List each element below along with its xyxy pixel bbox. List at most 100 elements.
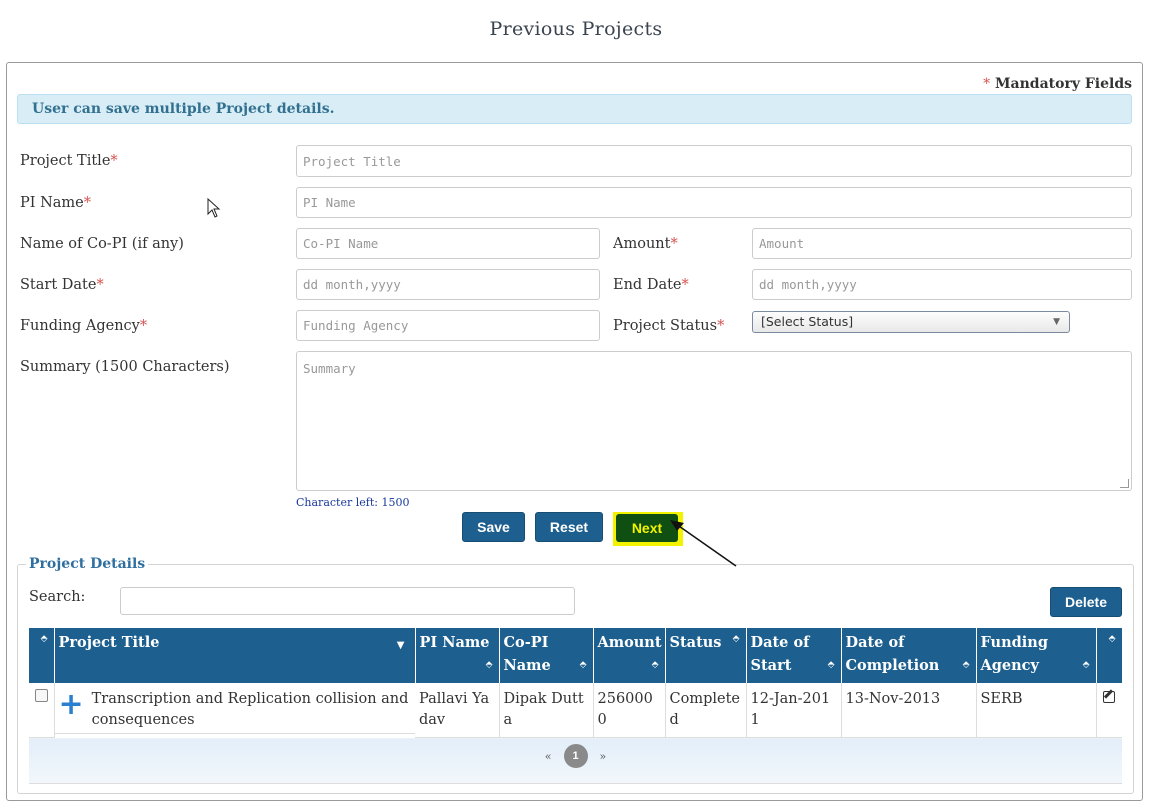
required-marker: * bbox=[139, 318, 148, 334]
required-marker: * bbox=[110, 153, 118, 169]
pagination-page-current[interactable]: 1 bbox=[563, 744, 588, 768]
sort-icon: ⬘ bbox=[651, 660, 659, 670]
pi-name-label-text: PI Name bbox=[20, 195, 84, 211]
required-marker: * bbox=[717, 318, 725, 334]
project-status-label-text: Project Status bbox=[613, 318, 718, 334]
project-title-placeholder: Project Title bbox=[303, 153, 401, 169]
column-header-amount[interactable]: Amount ⬘ bbox=[593, 628, 666, 683]
sort-icon: ⬘ bbox=[827, 660, 835, 670]
sort-icon: ⬘ bbox=[732, 634, 740, 644]
funding-agency-label: Funding Agency* bbox=[20, 318, 147, 334]
project-form-panel: * Mandatory Fields User can save multipl… bbox=[6, 62, 1143, 801]
start-date-label-text: Start Date bbox=[20, 277, 97, 293]
project-status-label: Project Status* bbox=[613, 318, 724, 334]
column-header-date-of-start[interactable]: Date of Start ⬘ bbox=[746, 628, 842, 683]
pi-name-placeholder: PI Name bbox=[303, 195, 356, 210]
sort-icon: ⬘ bbox=[1082, 660, 1090, 670]
required-marker: * bbox=[83, 195, 92, 211]
start-date-input[interactable]: dd month,yyyy bbox=[296, 269, 600, 300]
column-header-project-title[interactable]: Project Title ▼ bbox=[54, 628, 416, 683]
save-button[interactable]: Save bbox=[462, 512, 525, 542]
cell-funding-agency: SERB bbox=[976, 683, 1097, 738]
sort-icon: ⬘ bbox=[485, 660, 493, 670]
pi-name-label: PI Name* bbox=[20, 195, 91, 211]
pagination-next[interactable]: » bbox=[600, 746, 607, 767]
start-date-label: Start Date* bbox=[20, 277, 104, 293]
amount-input[interactable]: Amount bbox=[752, 228, 1132, 259]
column-header-funding-agency[interactable]: Funding Agency ⬘ bbox=[976, 628, 1097, 683]
search-label: Search: bbox=[29, 589, 86, 605]
start-date-placeholder: dd month,yyyy bbox=[303, 277, 401, 292]
co-pi-placeholder: Co-PI Name bbox=[303, 236, 379, 251]
column-header-label: Status bbox=[669, 634, 722, 651]
end-date-input[interactable]: dd month,yyyy bbox=[752, 269, 1132, 300]
column-header-co-pi-name[interactable]: Co-PI Name ⬘ bbox=[499, 628, 594, 683]
cell-date-of-start: 12-Jan-2011 bbox=[746, 683, 842, 738]
cell-status: Completed bbox=[665, 683, 747, 738]
character-counter: Character left: 1500 bbox=[296, 496, 410, 509]
end-date-label-text: End Date bbox=[613, 277, 682, 293]
page-title: Previous Projects bbox=[489, 18, 663, 40]
column-header-label: PI Name bbox=[419, 634, 490, 651]
end-date-placeholder: dd month,yyyy bbox=[759, 277, 857, 292]
search-input[interactable] bbox=[120, 587, 575, 615]
column-header-label: Co-PI Name bbox=[503, 634, 551, 674]
cell-amount: 2560000 bbox=[593, 683, 666, 738]
co-pi-input[interactable]: Co-PI Name bbox=[296, 228, 600, 259]
cell-date-of-completion: 13-Nov-2013 bbox=[841, 683, 977, 738]
mouse-cursor-icon bbox=[207, 198, 221, 218]
project-title-label: Project Title* bbox=[20, 153, 118, 169]
annotation-arrow bbox=[670, 520, 737, 567]
sort-desc-icon: ▼ bbox=[396, 640, 405, 651]
project-details-legend: Project Details bbox=[26, 556, 149, 572]
resize-handle-icon[interactable] bbox=[1120, 479, 1129, 488]
project-details-table: ⬘ Project Title ▼ PI Name ⬘ Co-PI Name ⬘ Am… bbox=[29, 628, 1123, 784]
amount-label-text: Amount bbox=[613, 236, 671, 252]
column-header-pi-name[interactable]: PI Name ⬘ bbox=[415, 628, 500, 683]
column-header-label: Date of Start bbox=[750, 634, 810, 674]
table-header-row: ⬘ Project Title ▼ PI Name ⬘ Co-PI Name ⬘ Am… bbox=[29, 628, 1123, 683]
project-title-input[interactable]: Project Title bbox=[296, 145, 1132, 177]
sort-icon: ⬘ bbox=[579, 660, 587, 670]
column-header-label: Date of Completion bbox=[845, 634, 940, 674]
reset-button[interactable]: Reset bbox=[535, 512, 603, 542]
summary-textarea[interactable]: Summary bbox=[296, 351, 1132, 491]
amount-label: Amount* bbox=[613, 236, 678, 252]
cell-project-title: Transcription and Replication collision … bbox=[91, 691, 409, 728]
project-status-selected: [Select Status] bbox=[761, 314, 854, 329]
funding-agency-input[interactable]: Funding Agency bbox=[296, 310, 600, 341]
chevron-down-icon: ▼ bbox=[1053, 317, 1060, 327]
pagination-row: « 1 » bbox=[29, 737, 1122, 784]
amount-placeholder: Amount bbox=[759, 236, 805, 251]
project-details-section: Project Details Search: Delete ⬘ Project… bbox=[17, 556, 1134, 794]
mandatory-fields-note: * Mandatory Fields bbox=[983, 76, 1132, 92]
row-checkbox[interactable] bbox=[35, 689, 48, 702]
column-header-label: Funding Agency bbox=[980, 634, 1048, 674]
project-status-select[interactable]: [Select Status] ▼ bbox=[752, 311, 1070, 333]
required-marker: * bbox=[681, 277, 689, 293]
cell-pi-name: Pallavi Yadav bbox=[415, 683, 500, 738]
required-marker: * bbox=[983, 76, 991, 92]
select-all-column-header[interactable]: ⬘ bbox=[29, 628, 55, 683]
column-header-label: Amount bbox=[597, 634, 662, 651]
expand-plus-icon[interactable]: + bbox=[59, 690, 84, 727]
column-header-status[interactable]: Status ⬘ bbox=[665, 628, 747, 683]
funding-agency-placeholder: Funding Agency bbox=[303, 318, 409, 333]
co-pi-label: Name of Co-PI (if any) bbox=[20, 236, 184, 252]
required-marker: * bbox=[96, 277, 104, 293]
pagination: « 1 » bbox=[545, 744, 606, 768]
summary-label: Summary (1500 Characters) bbox=[20, 359, 230, 375]
column-header-date-of-completion[interactable]: Date of Completion ⬘ bbox=[841, 628, 977, 683]
required-marker: * bbox=[670, 236, 678, 252]
delete-button[interactable]: Delete bbox=[1050, 587, 1122, 617]
column-header-label: Project Title bbox=[58, 634, 160, 651]
summary-placeholder: Summary bbox=[303, 361, 356, 376]
sort-icon: ⬘ bbox=[1108, 634, 1116, 644]
pi-name-input[interactable]: PI Name bbox=[296, 187, 1132, 218]
edit-icon[interactable] bbox=[1103, 691, 1116, 703]
info-message: User can save multiple Project details. bbox=[17, 94, 1132, 124]
column-header-actions[interactable]: ⬘ bbox=[1096, 628, 1123, 683]
sort-icon: ⬘ bbox=[962, 660, 970, 670]
table-row: + Transcription and Replication collisio… bbox=[29, 683, 1122, 738]
pagination-prev[interactable]: « bbox=[545, 746, 552, 767]
